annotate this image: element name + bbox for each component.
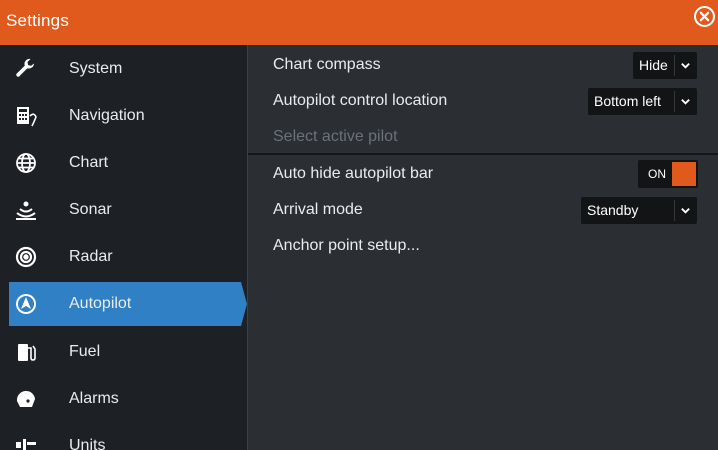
sidebar-item-chart[interactable]: Chart [0, 139, 247, 186]
sidebar-item-sonar[interactable]: Sonar [0, 186, 247, 233]
dropdown-divider [674, 199, 675, 221]
sidebar-item-autopilot[interactable]: Autopilot [9, 282, 247, 326]
sidebar-item-units[interactable]: Units [0, 422, 247, 450]
autopilot-icon [13, 291, 39, 317]
select-active-pilot-row: Select active pilot [248, 119, 718, 155]
autopilot-control-location-label: Autopilot control location [273, 92, 448, 109]
autopilot-control-location-dropdown[interactable]: Bottom left [588, 87, 697, 115]
sidebar-item-label: Radar [69, 247, 113, 265]
arrival-mode-value: Standby [587, 202, 639, 218]
wrench-icon [13, 56, 39, 82]
sidebar-item-system[interactable]: System [0, 45, 247, 92]
sidebar-item-navigation[interactable]: Navigation [0, 92, 247, 139]
sidebar-item-label: Fuel [69, 342, 101, 360]
fuel-icon [13, 339, 39, 365]
chart-compass-value: Hide [639, 57, 668, 73]
arrival-mode-label: Arrival mode [273, 201, 363, 218]
alarm-icon [13, 386, 39, 412]
close-icon [699, 11, 710, 22]
arrival-mode-row[interactable]: Arrival mode Standby [248, 192, 718, 228]
settings-sidebar: System Navigation Chart Sonar Radar Auto… [0, 45, 247, 450]
title-bar: Settings [0, 0, 718, 45]
chevron-down-icon [681, 62, 690, 69]
chevron-down-icon [681, 98, 690, 105]
sidebar-item-label: Alarms [69, 389, 119, 407]
autopilot-control-location-row[interactable]: Autopilot control location Bottom left [248, 83, 718, 119]
sidebar-item-label: Sonar [69, 200, 112, 218]
sidebar-item-alarms[interactable]: Alarms [0, 375, 247, 422]
chart-compass-row[interactable]: Chart compass Hide [248, 47, 718, 83]
dropdown-divider [674, 90, 675, 112]
auto-hide-toggle[interactable]: ON [638, 160, 698, 188]
anchor-point-setup-label: Anchor point setup... [273, 237, 420, 254]
autopilot-control-location-value: Bottom left [594, 93, 661, 109]
window-title: Settings [6, 11, 70, 30]
anchor-point-setup-row[interactable]: Anchor point setup... [248, 228, 718, 264]
auto-hide-autopilot-bar-label: Auto hide autopilot bar [273, 165, 434, 182]
close-button[interactable] [694, 6, 715, 27]
chart-compass-label: Chart compass [273, 56, 381, 73]
arrival-mode-dropdown[interactable]: Standby [581, 196, 697, 224]
dropdown-divider [674, 54, 675, 76]
sidebar-item-label: Autopilot [69, 295, 132, 312]
sidebar-item-radar[interactable]: Radar [0, 233, 247, 280]
sidebar-item-fuel[interactable]: Fuel [0, 328, 247, 375]
sidebar-item-label: Units [69, 436, 106, 450]
chart-compass-dropdown[interactable]: Hide [633, 51, 697, 79]
navigation-icon [13, 103, 39, 129]
globe-icon [13, 150, 39, 176]
sonar-icon [13, 197, 39, 223]
radar-icon [13, 244, 39, 270]
chevron-down-icon [681, 207, 690, 214]
autopilot-settings-panel: Chart compass Hide Autopilot control loc… [248, 45, 718, 450]
auto-hide-autopilot-bar-row[interactable]: Auto hide autopilot bar ON [248, 156, 718, 192]
sidebar-item-label: Chart [69, 153, 109, 171]
toggle-knob [672, 162, 696, 186]
toggle-state-label: ON [648, 167, 666, 181]
section-separator [248, 153, 718, 155]
sidebar-item-label: System [69, 59, 123, 77]
select-active-pilot-label: Select active pilot [273, 128, 398, 145]
sidebar-item-label: Navigation [69, 106, 145, 124]
units-icon [13, 433, 39, 450]
